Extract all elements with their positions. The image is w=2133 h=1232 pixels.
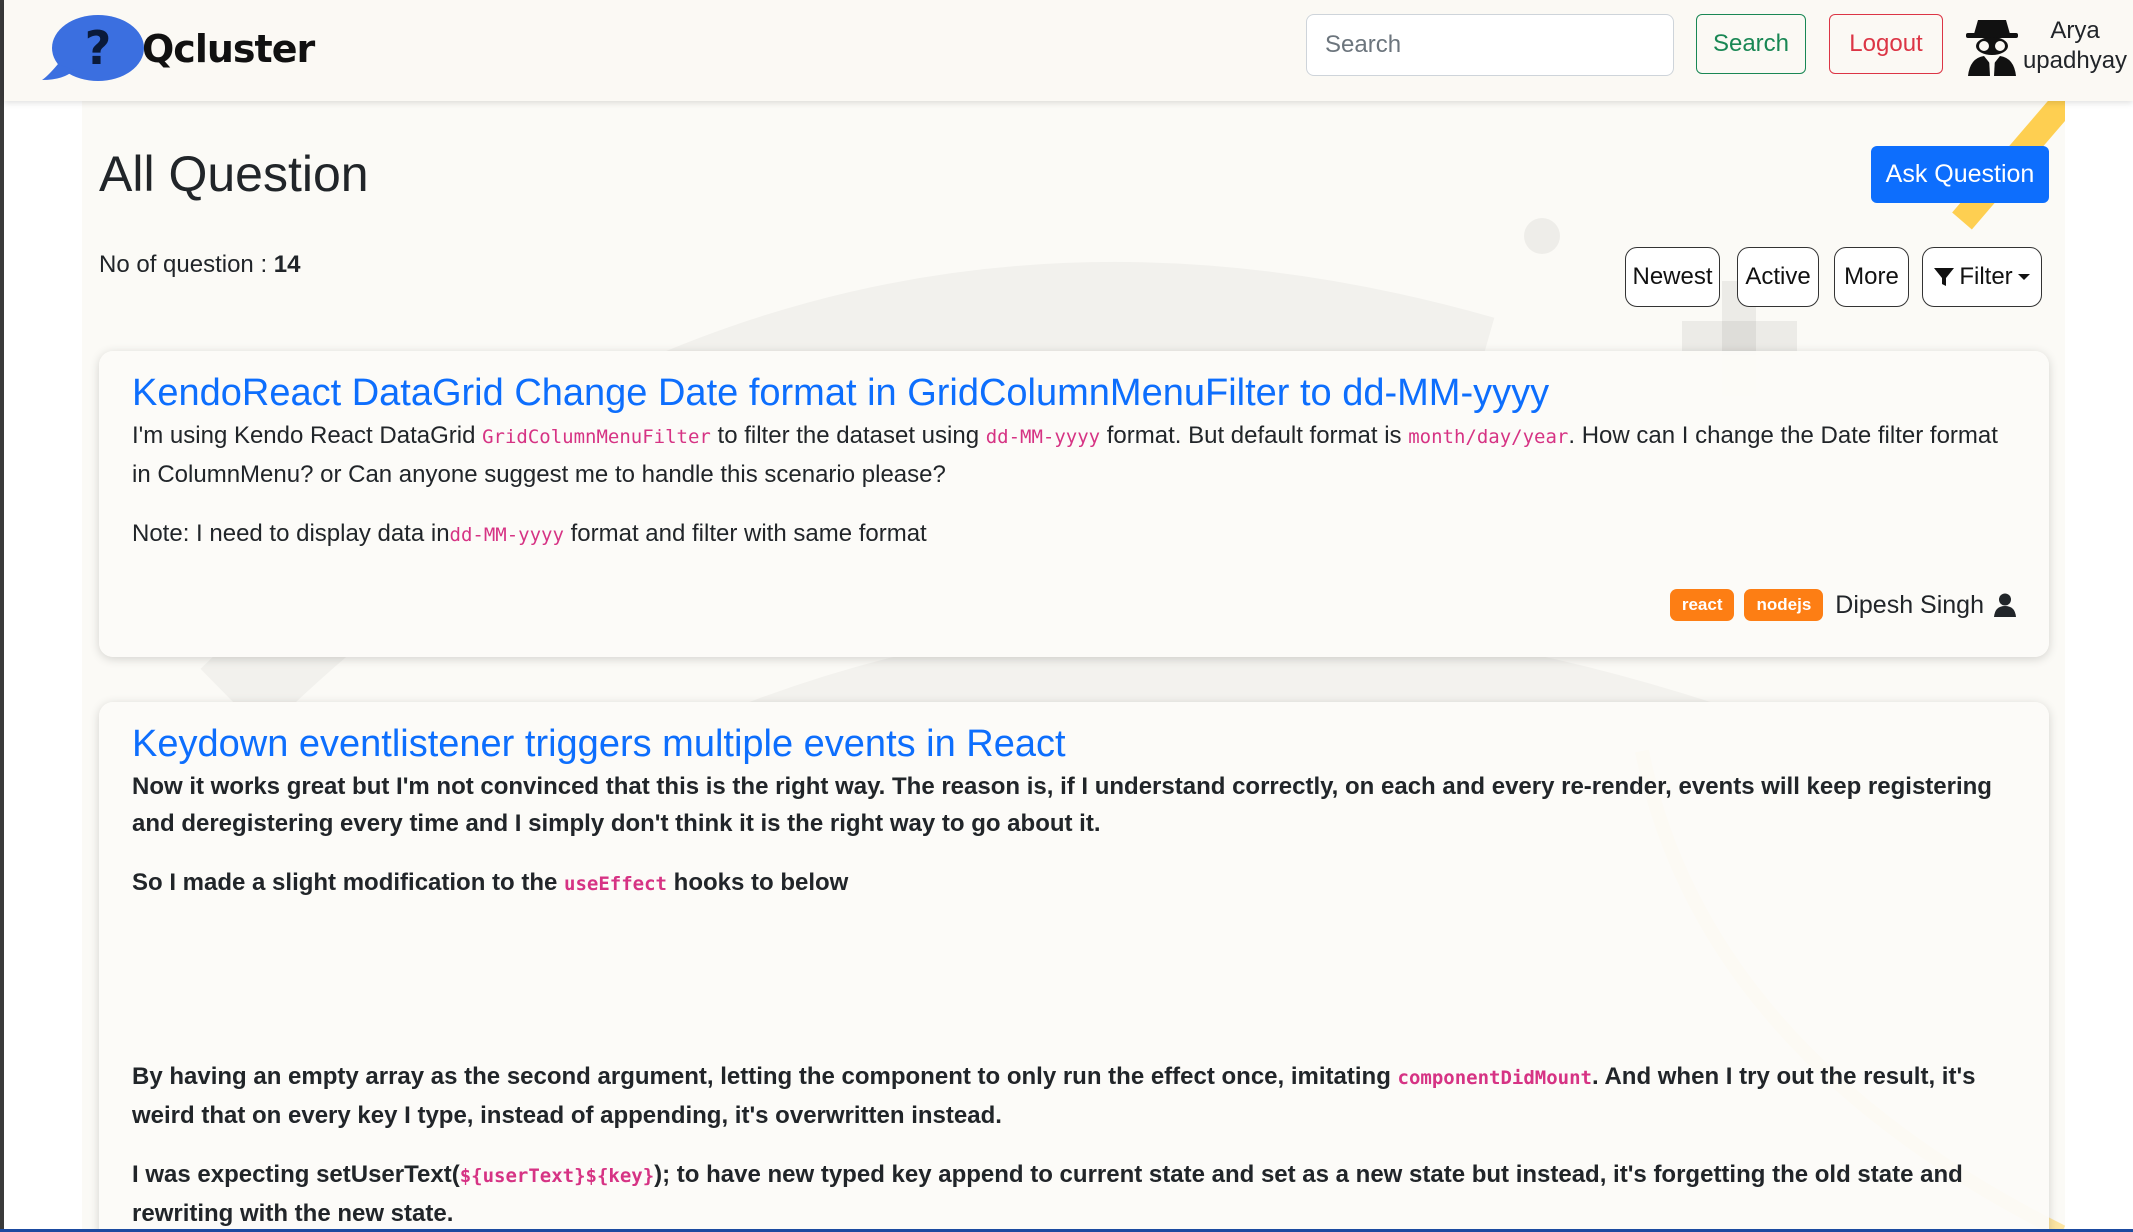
question-excerpt: Now it works great but I'm not convinced… — [132, 768, 2016, 1232]
question-count: No of question : 14 — [99, 251, 300, 279]
search-input[interactable] — [1306, 14, 1674, 76]
excerpt-text: I was expecting setUserText( — [132, 1161, 460, 1188]
inline-code: useEffect — [564, 873, 667, 895]
more-button[interactable]: More — [1834, 247, 1909, 307]
question-title-link[interactable]: KendoReact DataGrid Change Date format i… — [132, 371, 2016, 415]
inline-code: dd-MM-yyyy — [985, 426, 1101, 448]
inline-code: month/day/year — [1408, 426, 1569, 448]
newest-button[interactable]: Newest — [1625, 247, 1720, 307]
inline-code: ${userText}${key} — [459, 1165, 655, 1187]
user-name[interactable]: Arya upadhyay — [2018, 16, 2132, 76]
page-title: All Question — [99, 146, 369, 202]
tag-badge-react[interactable]: react — [1669, 589, 1735, 621]
question-excerpt: I'm using Kendo React DataGrid GridColum… — [132, 417, 2016, 554]
question-card: Keydown eventlistener triggers multiple … — [99, 702, 2049, 1232]
funnel-icon — [1934, 268, 1955, 286]
question-title-link[interactable]: Keydown eventlistener triggers multiple … — [132, 722, 2016, 766]
question-meta: react nodejs Dipesh Singh — [1669, 589, 2016, 621]
excerpt-paragraph: I was expecting setUserText(${userText}$… — [132, 1156, 2016, 1232]
question-count-label: No of question : — [99, 251, 274, 278]
filter-label: Filter — [1959, 263, 2013, 290]
main-content: All Question Ask Question No of question… — [82, 101, 2065, 1232]
inline-code: dd-MM-yyyy — [449, 524, 564, 546]
author-name[interactable]: Dipesh Singh — [1835, 591, 1984, 620]
excerpt-paragraph: So I made a slight modification to the u… — [132, 864, 2016, 903]
caret-down-icon — [2017, 274, 2030, 280]
excerpt-paragraph: I'm using Kendo React DataGrid GridColum… — [132, 417, 2016, 493]
incognito-user-icon[interactable] — [1964, 12, 2020, 76]
active-button[interactable]: Active — [1737, 247, 1819, 307]
excerpt-text: By having an empty array as the second a… — [132, 1063, 1398, 1090]
logout-button[interactable]: Logout — [1829, 14, 1943, 74]
excerpt-text: to filter the dataset using — [710, 422, 986, 449]
excerpt-paragraph: Now it works great but I'm not convinced… — [132, 773, 1992, 837]
tag-badge-nodejs[interactable]: nodejs — [1744, 589, 1824, 621]
question-card: KendoReact DataGrid Change Date format i… — [99, 351, 2049, 657]
inline-code: componentDidMount — [1397, 1067, 1592, 1089]
app-logo[interactable]: ? Qcluster — [40, 12, 315, 86]
excerpt-text: I'm using Kendo React DataGrid — [132, 422, 483, 449]
excerpt-text: format and filter with same format — [563, 520, 927, 547]
ask-question-button[interactable]: Ask Question — [1871, 146, 2049, 203]
excerpt-text: format. But default format is — [1100, 422, 1409, 449]
top-navbar: ? Qcluster Search Logout Arya upadhyay — [4, 0, 2133, 101]
svg-text:?: ? — [85, 21, 112, 75]
excerpt-text: So I made a slight modification to the — [132, 869, 565, 896]
logo-text: Qcluster — [142, 27, 315, 71]
filter-dropdown-button[interactable]: Filter — [1922, 247, 2042, 307]
question-bubble-icon: ? — [42, 15, 144, 81]
excerpt-paragraph: Note: I need to display data indd-MM-yyy… — [132, 515, 2016, 554]
search-button[interactable]: Search — [1696, 14, 1806, 74]
inline-code: GridColumnMenuFilter — [482, 426, 711, 448]
excerpt-text: Note: I need to display data in — [132, 520, 450, 547]
person-icon — [1994, 593, 2016, 617]
excerpt-paragraph: By having an empty array as the second a… — [132, 1058, 2016, 1134]
excerpt-text: hooks to below — [667, 869, 849, 896]
question-count-value: 14 — [273, 251, 301, 278]
